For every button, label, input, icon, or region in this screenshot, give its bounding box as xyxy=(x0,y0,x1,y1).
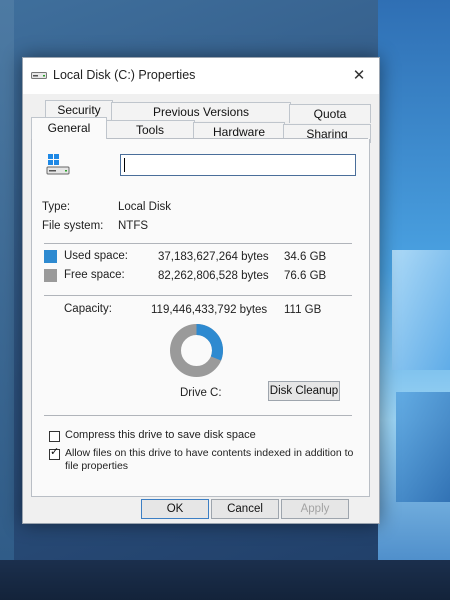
checkmark-icon: ✓ xyxy=(50,446,60,458)
file-system-value: NTFS xyxy=(118,220,149,232)
window-title: Local Disk (C:) Properties xyxy=(53,68,196,82)
capacity-bytes: 119,446,433,792 bytes xyxy=(151,304,268,316)
wallpaper-pane xyxy=(396,392,450,502)
drive-label: Drive C: xyxy=(180,387,222,399)
desktop-background-bottom xyxy=(0,560,450,600)
separator xyxy=(44,415,352,416)
drive-icon xyxy=(46,154,70,175)
tab-tools[interactable]: Tools xyxy=(105,120,195,139)
index-checkbox[interactable]: ✓ xyxy=(49,446,60,460)
compress-label: Compress this drive to save disk space xyxy=(65,429,256,441)
used-space-bytes: 37,183,627,264 bytes xyxy=(158,251,269,263)
used-space-label: Used space: xyxy=(64,250,128,262)
close-icon: ✕ xyxy=(352,67,366,84)
cancel-button-label: Cancel xyxy=(227,503,263,515)
close-button[interactable]: ✕ xyxy=(349,66,369,86)
free-space-swatch xyxy=(44,269,57,282)
file-system-label: File system: xyxy=(42,220,104,232)
compress-checkbox[interactable] xyxy=(49,431,60,442)
disk-usage-donut xyxy=(170,324,223,377)
tab-label: Security xyxy=(57,103,101,117)
wallpaper-pane xyxy=(392,250,450,370)
capacity-label: Capacity: xyxy=(64,303,112,315)
disk-cleanup-button-label: Disk Cleanup xyxy=(269,385,339,397)
title-bar[interactable]: Local Disk (C:) Properties ✕ xyxy=(23,58,379,94)
general-tab-panel: Type: Local Disk File system: NTFS Used … xyxy=(31,139,370,497)
tab-previous-versions[interactable]: Previous Versions xyxy=(111,102,291,121)
drive-icon xyxy=(31,72,47,79)
ok-button-label: OK xyxy=(166,503,184,515)
used-space-size: 34.6 GB xyxy=(284,251,327,263)
tab-label: Tools xyxy=(135,123,164,137)
tab-label: Hardware xyxy=(212,125,266,139)
used-space-swatch xyxy=(44,250,57,263)
capacity-size: 111 GB xyxy=(284,304,322,316)
index-label-line2: file properties xyxy=(65,460,129,472)
tab-label: General xyxy=(47,121,91,135)
properties-dialog: Local Disk (C:) Properties ✕ Security Pr… xyxy=(22,57,380,524)
disk-cleanup-button[interactable]: Disk Cleanup xyxy=(268,381,340,401)
free-space-label: Free space: xyxy=(64,269,125,281)
separator xyxy=(44,295,352,296)
desktop-wallpaper xyxy=(378,0,450,600)
type-value: Local Disk xyxy=(118,201,172,213)
tab-label: Quota xyxy=(313,107,347,121)
drive-name-input[interactable] xyxy=(120,154,356,176)
free-space-size: 76.6 GB xyxy=(284,270,327,282)
type-label: Type: xyxy=(42,201,71,213)
ok-button[interactable]: OK xyxy=(141,499,209,519)
tab-general[interactable]: General xyxy=(31,117,107,139)
apply-button[interactable]: Apply xyxy=(281,499,349,519)
desktop-background-left xyxy=(0,0,14,600)
apply-button-label: Apply xyxy=(300,503,330,515)
free-space-bytes: 82,262,806,528 bytes xyxy=(158,270,269,282)
cancel-button[interactable]: Cancel xyxy=(211,499,279,519)
index-label-line1: Allow files on this drive to have conten… xyxy=(65,447,354,459)
separator xyxy=(44,243,352,244)
tab-quota[interactable]: Quota xyxy=(289,104,371,123)
tab-label: Previous Versions xyxy=(152,105,250,119)
text-caret xyxy=(124,158,125,172)
